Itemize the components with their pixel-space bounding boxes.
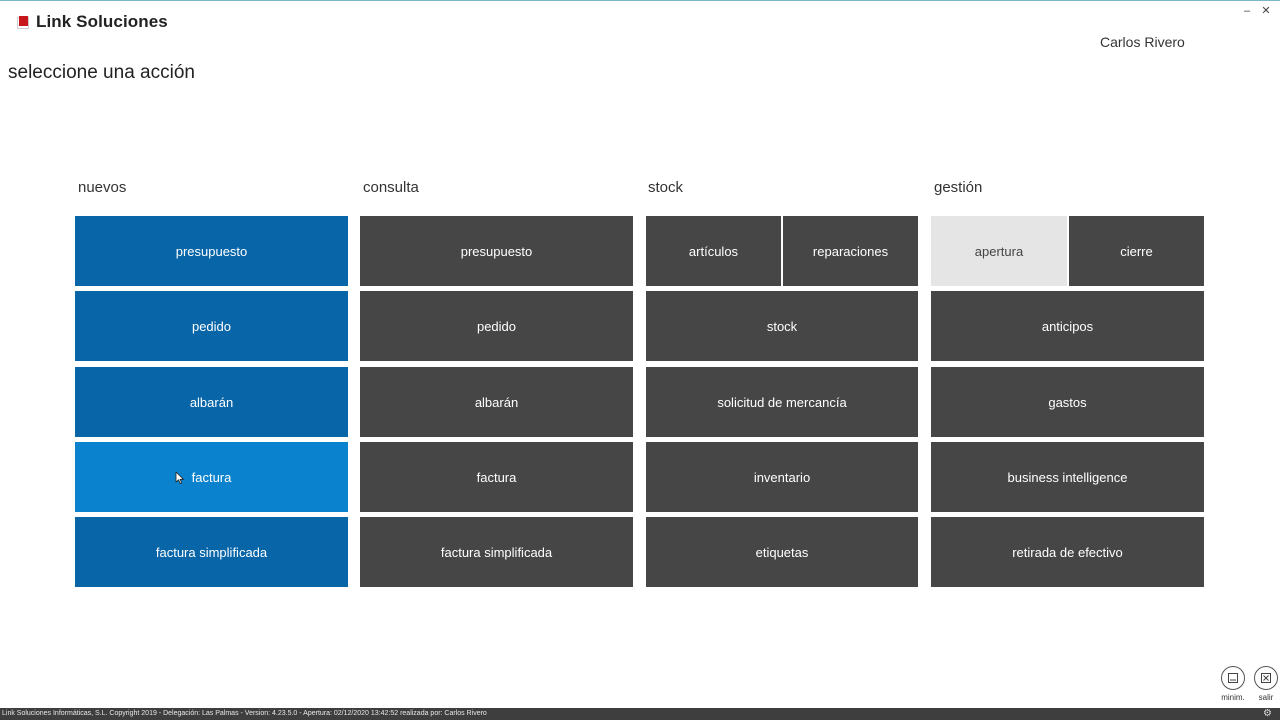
mouse-pointer-icon [175, 471, 184, 484]
red-square-logo-icon [17, 15, 30, 29]
minimize-app-button[interactable]: minim. [1220, 666, 1246, 702]
nuevos-factura-simplificada-tile[interactable]: factura simplificada [75, 517, 348, 587]
window-close-button[interactable]: ✕ [1259, 4, 1273, 18]
consulta-albaran-tile[interactable]: albarán [360, 367, 633, 437]
exit-app-label: salir [1258, 693, 1274, 702]
column-header-consulta: consulta [363, 179, 419, 196]
status-bar: Link Soluciones Informáticas, S.L. Copyr… [0, 708, 1280, 720]
consulta-pedido-tile[interactable]: pedido [360, 291, 633, 361]
gear-icon[interactable]: ⚙ [1263, 708, 1272, 720]
stock-stock-tile[interactable]: stock [646, 291, 918, 361]
stock-inventario-tile[interactable]: inventario [646, 442, 918, 512]
nuevos-albaran-tile[interactable]: albarán [75, 367, 348, 437]
consulta-presupuesto-tile[interactable]: presupuesto [360, 216, 633, 286]
app-title: Link Soluciones [36, 12, 168, 31]
nuevos-factura-tile[interactable]: factura [75, 442, 348, 512]
consulta-factura-tile[interactable]: factura [360, 442, 633, 512]
page-title: seleccione una acción [8, 62, 195, 83]
minimize-app-label: minim. [1221, 693, 1245, 702]
stock-reparaciones-tile[interactable]: reparaciones [783, 216, 918, 286]
column-header-stock: stock [648, 179, 684, 196]
stock-solicitud-mercancia-tile[interactable]: solicitud de mercancía [646, 367, 918, 437]
nuevos-presupuesto-tile[interactable]: presupuesto [75, 216, 348, 286]
window-top-border [0, 0, 1280, 1]
current-user-name: Carlos Rivero [1100, 34, 1185, 50]
column-header-nuevos: nuevos [78, 179, 127, 196]
gestion-anticipos-tile[interactable]: anticipos [931, 291, 1204, 361]
status-bar-text: Link Soluciones Informáticas, S.L. Copyr… [2, 710, 487, 717]
gestion-retirada-efectivo-tile[interactable]: retirada de efectivo [931, 517, 1204, 587]
nuevos-pedido-tile[interactable]: pedido [75, 291, 348, 361]
app-logo: Link Soluciones [17, 12, 168, 32]
exit-icon [1254, 666, 1278, 690]
gestion-gastos-tile[interactable]: gastos [931, 367, 1204, 437]
exit-app-button[interactable]: salir [1253, 666, 1279, 702]
gestion-cierre-tile[interactable]: cierre [1069, 216, 1204, 286]
window-minimize-button[interactable]: – [1240, 4, 1254, 18]
minimize-icon [1221, 666, 1245, 690]
stock-articulos-tile[interactable]: artículos [646, 216, 781, 286]
stock-etiquetas-tile[interactable]: etiquetas [646, 517, 918, 587]
column-header-gestion: gestión [934, 179, 983, 196]
gestion-business-intelligence-tile[interactable]: business intelligence [931, 442, 1204, 512]
gestion-apertura-tile[interactable]: apertura [931, 216, 1067, 286]
consulta-factura-simplificada-tile[interactable]: factura simplificada [360, 517, 633, 587]
